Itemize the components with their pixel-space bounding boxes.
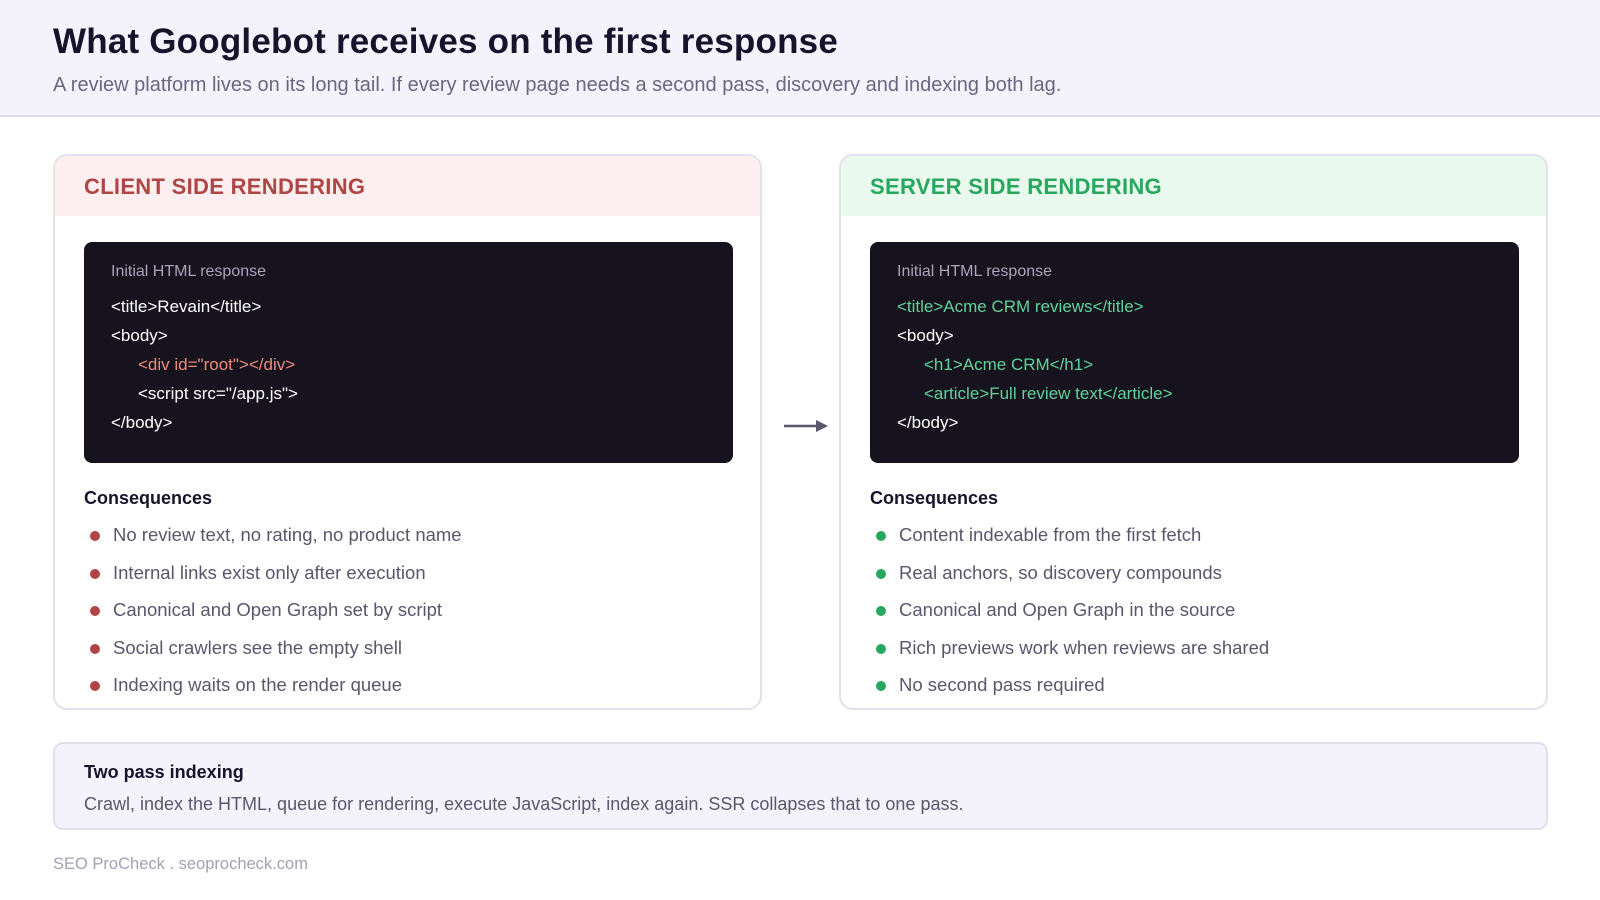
- page-subtitle: A review platform lives on its long tail…: [53, 74, 1062, 96]
- list-item-text: No review text, no rating, no product na…: [113, 524, 462, 545]
- ssr-code-line: </body>: [897, 413, 959, 432]
- bullet-dot-icon: [876, 681, 886, 691]
- list-item: No second pass required: [870, 674, 1269, 708]
- list-item-text: Indexing waits on the render queue: [113, 674, 403, 695]
- list-item-text: No second pass required: [899, 674, 1105, 695]
- ssr-card-header: SERVER SIDE RENDERING: [841, 156, 1546, 216]
- list-item-text: Canonical and Open Graph set by script: [113, 599, 443, 620]
- list-item: Content indexable from the first fetch: [870, 524, 1269, 562]
- bullet-dot-icon: [90, 643, 100, 654]
- ssr-code-line: <body>: [897, 326, 954, 345]
- ssr-consequences-title: Consequences: [870, 488, 999, 508]
- ssr-code-line: <title>Acme CRM reviews</title>: [897, 297, 1144, 316]
- bullet-dot-icon: [876, 568, 886, 579]
- csr-card-header: CLIENT SIDE RENDERING: [55, 156, 760, 216]
- page-title: What Googlebot receives on the first res…: [53, 22, 838, 61]
- ssr-consequences-list: Content indexable from the first fetch R…: [870, 524, 1269, 708]
- header: What Googlebot receives on the first res…: [0, 0, 1600, 117]
- list-item: Social crawlers see the empty shell: [84, 637, 462, 675]
- bullet-dot-icon: [876, 606, 886, 616]
- bullet-dot-icon: [876, 531, 886, 541]
- ssr-code-block: Initial HTML response <title>Acme CRM re…: [870, 242, 1519, 463]
- list-item: Rich previews work when reviews are shar…: [870, 637, 1269, 675]
- csr-code-line: <body>: [111, 326, 168, 345]
- list-item: Internal links exist only after executio…: [84, 562, 462, 600]
- footer-credit: SEO ProCheck . seoprocheck.com: [53, 855, 308, 873]
- csr-consequences-title: Consequences: [84, 488, 213, 508]
- ssr-code-line: <article>Full review text</article>: [924, 384, 1173, 403]
- csr-code-line: </body>: [111, 413, 173, 432]
- csr-card: CLIENT SIDE RENDERING Initial HTML respo…: [53, 154, 762, 710]
- note-text: Crawl, index the HTML, queue for renderi…: [84, 794, 964, 814]
- list-item-text: Rich previews work when reviews are shar…: [899, 636, 1270, 658]
- ssr-card: SERVER SIDE RENDERING Initial HTML respo…: [839, 154, 1548, 710]
- bullet-dot-icon: [90, 531, 100, 541]
- csr-consequences-list: No review text, no rating, no product na…: [84, 524, 462, 708]
- list-item-text: Real anchors, so discovery compounds: [899, 561, 1222, 583]
- list-item: No review text, no rating, no product na…: [84, 524, 462, 562]
- list-item: Canonical and Open Graph set by script: [84, 599, 462, 637]
- list-item-text: Content indexable from the first fetch: [899, 524, 1202, 545]
- bullet-dot-icon: [90, 681, 100, 691]
- list-item-text: Internal links exist only after executio…: [113, 561, 426, 583]
- list-item: Real anchors, so discovery compounds: [870, 562, 1269, 600]
- list-item: Canonical and Open Graph in the source: [870, 599, 1269, 637]
- bullet-dot-icon: [876, 643, 886, 654]
- csr-code-block: Initial HTML response <title>Revain</tit…: [84, 242, 733, 463]
- csr-card-title: CLIENT SIDE RENDERING: [84, 174, 366, 199]
- csr-code-line: <script src="/app.js">: [138, 384, 298, 403]
- list-item-text: Canonical and Open Graph in the source: [899, 599, 1236, 620]
- list-item: Indexing waits on the render queue: [84, 674, 462, 708]
- ssr-card-title: SERVER SIDE RENDERING: [870, 174, 1162, 199]
- ssr-code-line: <h1>Acme CRM</h1>: [924, 355, 1094, 374]
- bullet-dot-icon: [90, 606, 100, 616]
- list-item-text: Social crawlers see the empty shell: [113, 636, 402, 658]
- arrow-right-icon: [784, 420, 828, 432]
- ssr-code-label: Initial HTML response: [897, 263, 1053, 280]
- two-pass-note: Two pass indexing Crawl, index the HTML,…: [53, 742, 1548, 830]
- csr-code-line: <title>Revain</title>: [111, 297, 262, 316]
- csr-code-label: Initial HTML response: [111, 263, 267, 280]
- note-title: Two pass indexing: [84, 762, 244, 782]
- csr-code-line: <div id="root"></div>: [138, 355, 296, 374]
- bullet-dot-icon: [90, 568, 100, 579]
